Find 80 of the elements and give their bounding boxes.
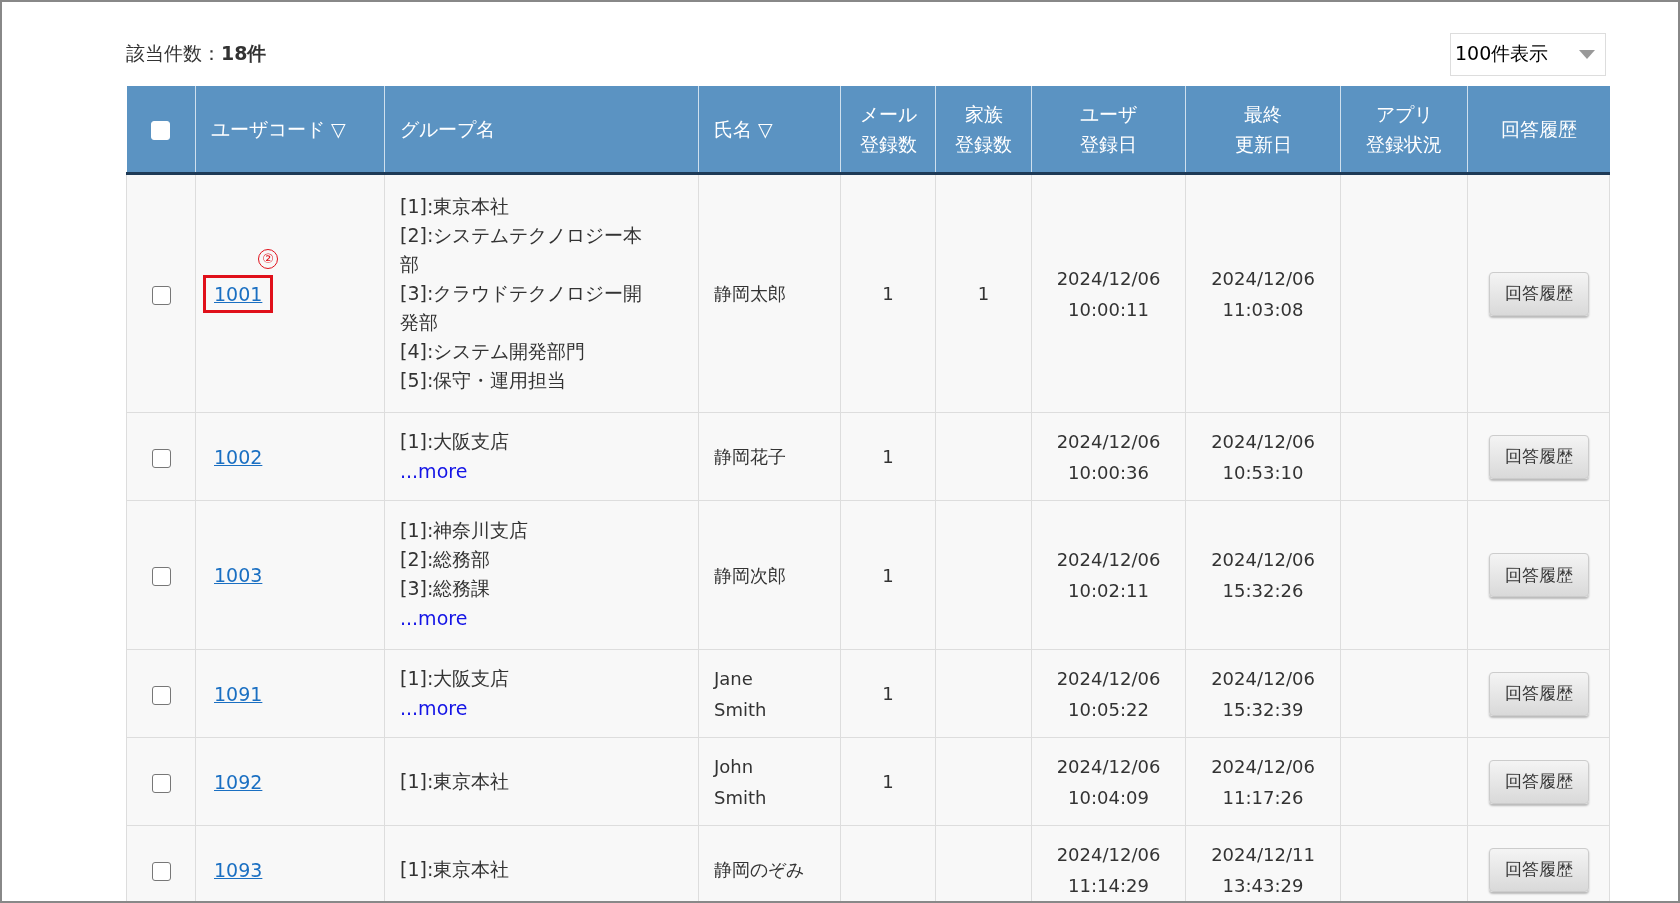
user-name: 静岡太郎 [714, 282, 787, 306]
group-name: [2]:システムテクノロジー本部 [400, 223, 644, 277]
column-header: アプリ 登録状況 [1340, 86, 1468, 174]
group-name: [4]:システム開発部門 [400, 339, 587, 364]
registered-date: 2024/12/06 [1055, 429, 1162, 454]
column-header: 最終 更新日 [1185, 86, 1341, 174]
row-checkbox[interactable] [151, 773, 171, 793]
registered-date: 2024/12/06 [1055, 266, 1162, 291]
row-checkbox[interactable] [151, 861, 171, 881]
row-checkbox[interactable] [151, 448, 171, 468]
updated-date: 2024/12/11 [1210, 842, 1316, 867]
group-name: [1]:東京本社 [400, 769, 511, 794]
group-name: [1]:神奈川支店 [400, 518, 530, 543]
user-code-link[interactable]: 1001 [203, 274, 274, 313]
more-link[interactable]: ...more [400, 603, 468, 633]
group-name: [1]:東京本社 [400, 194, 511, 219]
user-code-link[interactable]: 1091 [203, 674, 274, 713]
user-code-link[interactable]: 1002 [203, 437, 274, 476]
mail-count: 1 [882, 683, 894, 704]
user-name: 静岡花子 [714, 445, 787, 469]
column-header: グループ名 [384, 86, 699, 174]
updated-date: 15:32:26 [1221, 579, 1305, 603]
updated-date: 11:17:26 [1221, 785, 1305, 810]
registered-date: 2024/12/06 [1055, 548, 1162, 572]
registered-date: 2024/12/06 [1055, 754, 1162, 779]
caret-icon [1579, 49, 1595, 59]
updated-date: 11:03:08 [1221, 297, 1305, 322]
mail-count: 1 [882, 446, 894, 467]
updated-date: 2024/12/06 [1210, 666, 1316, 691]
updated-date: 15:32:39 [1221, 697, 1305, 722]
column-header: ユーザ 登録日 [1031, 86, 1186, 174]
registered-date: 11:14:29 [1067, 873, 1150, 898]
registered-date: 2024/12/06 [1055, 842, 1162, 867]
user-name: 静岡次郎 [714, 563, 787, 588]
answer-history-button[interactable]: 回答履歴 [1488, 434, 1589, 479]
updated-date: 2024/12/06 [1210, 429, 1316, 454]
row-checkbox[interactable] [151, 567, 171, 586]
registered-date: 10:02:11 [1067, 579, 1150, 603]
column-header: 回答履歴 [1467, 86, 1610, 174]
more-link[interactable]: ...more [400, 455, 468, 486]
user-code-link[interactable]: 1093 [203, 850, 274, 889]
result-count: 該当件数：18件 [126, 41, 267, 66]
row-checkbox[interactable] [151, 285, 171, 305]
registered-date: 10:00:11 [1067, 297, 1150, 322]
group-name: [1]:大阪支店 [400, 665, 511, 691]
registered-date: 10:00:36 [1067, 460, 1150, 485]
user-code-link[interactable]: 1003 [203, 556, 274, 594]
group-name: [2]:総務部 [400, 547, 492, 572]
user-name: 静岡のぞみ [714, 858, 805, 882]
group-name: [5]:保守・運用担当 [400, 368, 568, 393]
registered-date: 2024/12/06 [1055, 666, 1162, 691]
row-checkbox[interactable] [151, 685, 171, 705]
group-name: [3]:総務課 [400, 576, 492, 601]
group-name: [3]:クラウドテクノロジー開発部 [400, 281, 644, 335]
answer-history-button[interactable]: 回答履歴 [1488, 271, 1589, 316]
user-name: John Smith [714, 754, 768, 810]
updated-date: 2024/12/06 [1210, 754, 1316, 779]
page-size-dropdown[interactable]: 100件表示 [1450, 32, 1606, 76]
answer-history-button[interactable]: 回答履歴 [1488, 847, 1589, 892]
group-name: [1]:東京本社 [400, 857, 511, 882]
answer-history-button[interactable]: 回答履歴 [1488, 671, 1589, 716]
updated-date: 2024/12/06 [1210, 266, 1316, 291]
group-name: [1]:大阪支店 [400, 428, 511, 454]
family-count: 1 [977, 283, 990, 304]
more-link[interactable]: ...more [400, 692, 468, 723]
registered-date: 10:04:09 [1067, 785, 1150, 810]
answer-history-button[interactable]: 回答履歴 [1488, 553, 1589, 597]
column-header: メール 登録数 [840, 86, 936, 174]
updated-date: 2024/12/06 [1210, 548, 1316, 572]
mail-count: 1 [882, 564, 894, 586]
updated-date: 13:43:29 [1221, 873, 1305, 898]
column-header: 家族 登録数 [935, 86, 1032, 174]
mail-count: 1 [882, 283, 894, 304]
registered-date: 10:05:22 [1067, 697, 1150, 722]
updated-date: 10:53:10 [1221, 460, 1305, 485]
user-name: Jane Smith [714, 666, 768, 722]
answer-history-button[interactable]: 回答履歴 [1488, 759, 1589, 804]
select-all-checkbox[interactable] [151, 121, 171, 140]
user-code-link[interactable]: 1092 [203, 762, 274, 801]
mail-count: 1 [882, 771, 894, 792]
